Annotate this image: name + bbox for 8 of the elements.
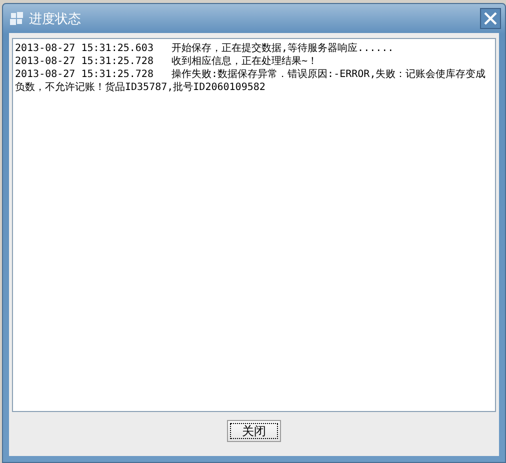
log-line: 2013-08-27 15:31:25.603 开始保存，正在提交数据,等待服务器响应......	[15, 42, 395, 55]
close-dialog-button[interactable]: 关闭	[227, 420, 281, 442]
close-icon	[484, 12, 497, 25]
log-line: 2013-08-27 15:31:25.728 操作失败:数据保存异常．错误原因:-ERROR,失败：记账会使库存变成负数，不允许记账！货品ID35787,批号ID2060109582	[15, 68, 487, 94]
log-line: 2013-08-27 15:31:25.728 收到相应信息，正在处理结果~！	[15, 55, 319, 68]
close-button[interactable]	[480, 8, 501, 29]
window-title: 进度状态	[29, 10, 82, 28]
window-icon	[9, 10, 25, 26]
